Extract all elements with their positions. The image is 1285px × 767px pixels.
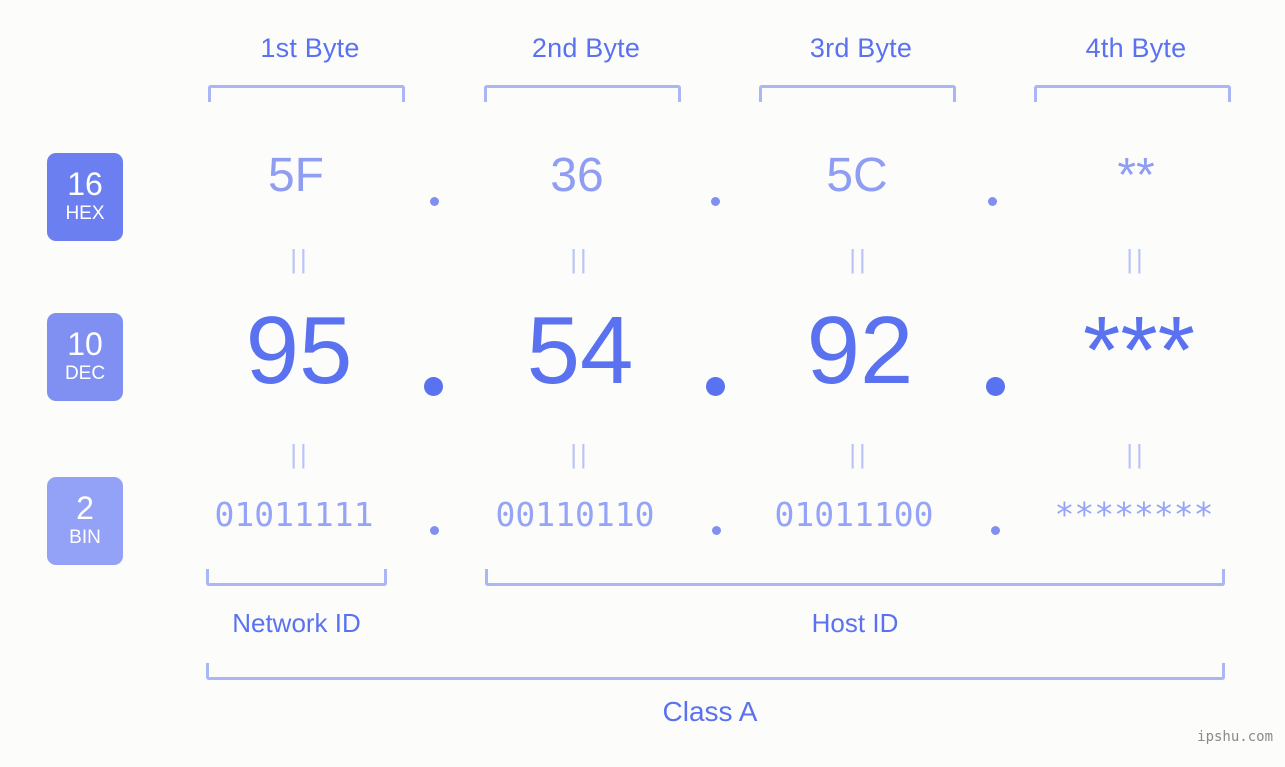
- hex-value-byte-4: **: [1117, 149, 1155, 202]
- hex-value-byte-1: 5F: [267, 149, 324, 202]
- hex-separator-dot-3: [988, 197, 997, 206]
- bin-separator-dot-1: [430, 526, 439, 535]
- network-id-bracket: [206, 569, 387, 586]
- hex-separator-dot-2: [711, 197, 720, 206]
- equality-mark-dec-bin-3: ||: [849, 439, 869, 469]
- byte-label-4: 4th Byte: [1085, 33, 1187, 63]
- bin-value-byte-3: 01011100: [774, 495, 934, 534]
- dec-separator-dot-2: [706, 377, 725, 396]
- byte-label-2: 2nd Byte: [531, 33, 641, 63]
- ip-address-breakdown-diagram: 1st Byte 2nd Byte 3rd Byte 4th Byte 16 H…: [0, 0, 1285, 767]
- radix-badge-bin: 2 BIN: [47, 477, 123, 565]
- equality-mark-dec-bin-2: ||: [570, 439, 590, 469]
- equality-mark-dec-bin-1: ||: [290, 439, 310, 469]
- byte-bracket-3: [759, 85, 956, 102]
- hex-value-byte-2: 36: [550, 149, 604, 202]
- radix-badge-hex-number: 16: [67, 166, 103, 203]
- dec-value-byte-4: ***: [1082, 297, 1196, 404]
- equality-mark-dec-bin-4: ||: [1126, 439, 1146, 469]
- radix-badge-dec-number: 10: [67, 326, 103, 363]
- bin-value-byte-2: 00110110: [495, 495, 655, 534]
- host-id-bracket: [485, 569, 1225, 586]
- byte-bracket-2: [484, 85, 681, 102]
- watermark: ipshu.com: [1197, 729, 1273, 745]
- class-bracket: [206, 663, 1225, 680]
- radix-badge-dec: 10 DEC: [47, 313, 123, 401]
- dec-separator-dot-1: [424, 377, 443, 396]
- bin-value-byte-4: ********: [1054, 495, 1214, 534]
- equality-mark-hex-dec-2: ||: [570, 244, 590, 274]
- equality-mark-hex-dec-1: ||: [290, 244, 310, 274]
- radix-badge-hex: 16 HEX: [47, 153, 123, 241]
- bin-separator-dot-2: [712, 526, 721, 535]
- class-label: Class A: [662, 696, 758, 727]
- byte-bracket-1: [208, 85, 405, 102]
- dec-value-byte-3: 92: [806, 297, 914, 404]
- radix-badge-bin-word: BIN: [69, 526, 101, 548]
- byte-label-1: 1st Byte: [260, 33, 360, 63]
- hex-separator-dot-1: [430, 197, 439, 206]
- bin-value-byte-1: 01011111: [214, 495, 374, 534]
- byte-label-3: 3rd Byte: [809, 33, 913, 63]
- dec-value-byte-1: 95: [245, 297, 353, 404]
- radix-badge-bin-number: 2: [76, 490, 94, 527]
- bin-separator-dot-3: [991, 526, 1000, 535]
- network-id-label: Network ID: [232, 608, 361, 638]
- hex-value-byte-3: 5C: [826, 149, 888, 202]
- dec-separator-dot-3: [986, 377, 1005, 396]
- equality-mark-hex-dec-4: ||: [1126, 244, 1146, 274]
- host-id-label: Host ID: [811, 608, 899, 638]
- radix-badge-hex-word: HEX: [65, 202, 105, 224]
- equality-mark-hex-dec-3: ||: [849, 244, 869, 274]
- radix-badge-dec-word: DEC: [64, 362, 106, 384]
- dec-value-byte-2: 54: [526, 297, 634, 404]
- byte-bracket-4: [1034, 85, 1231, 102]
